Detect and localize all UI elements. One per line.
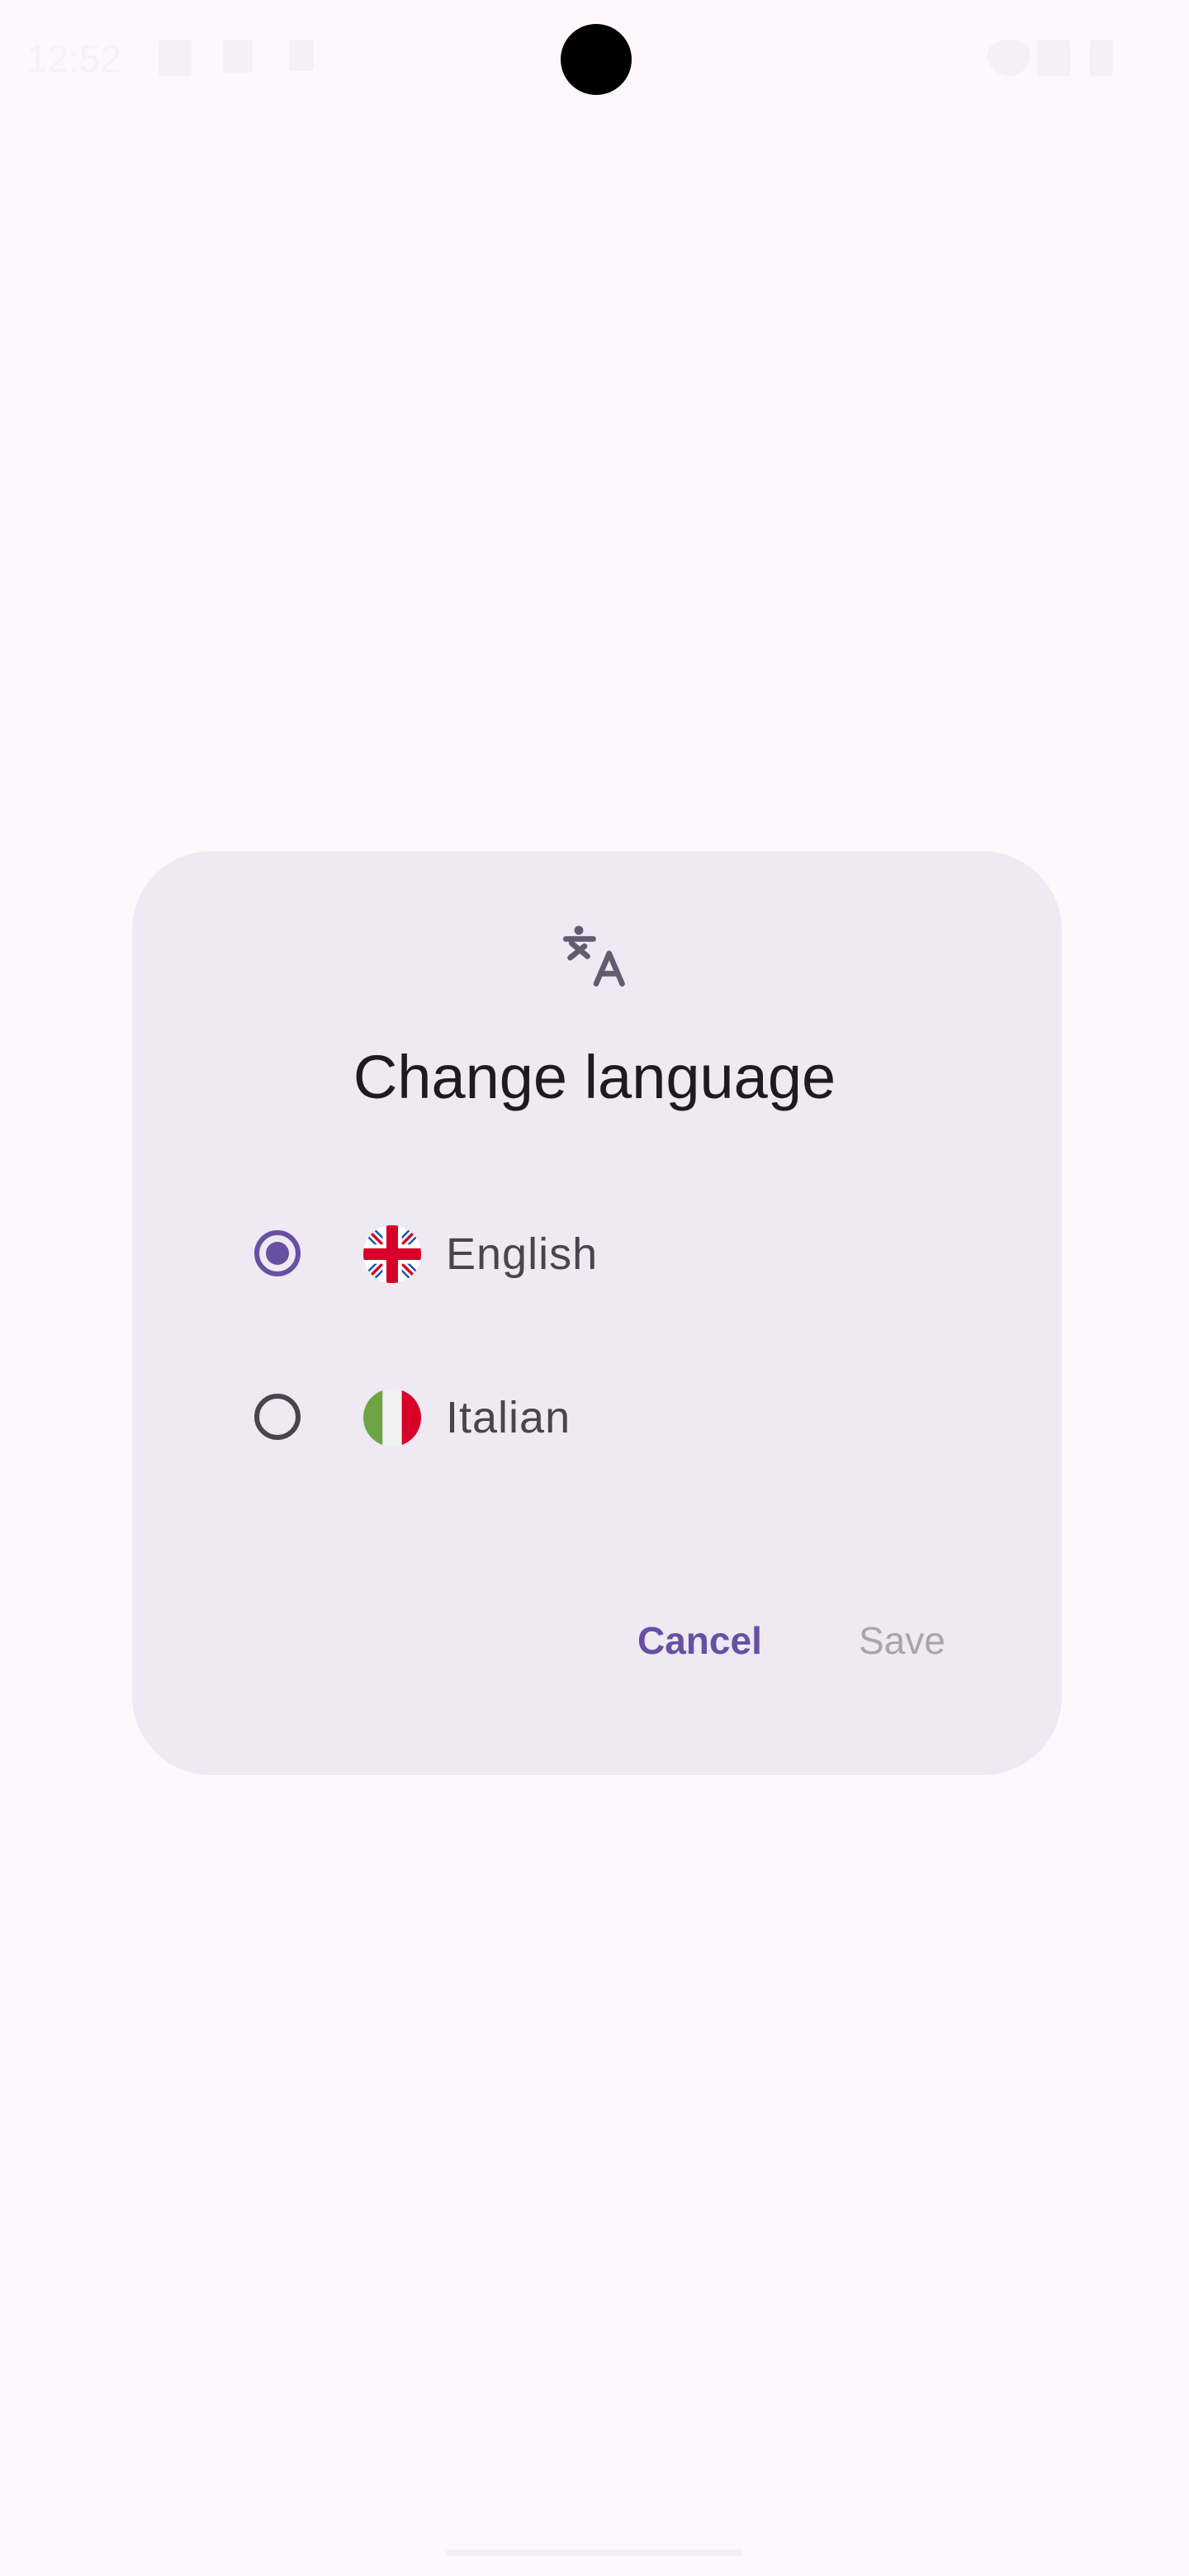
uk-flag-icon — [363, 1225, 421, 1283]
wifi-icon — [988, 40, 1030, 76]
camera-cutout — [561, 24, 632, 95]
cancel-button[interactable]: Cancel — [626, 1610, 774, 1671]
notification-icon — [159, 40, 192, 76]
radio-italian[interactable] — [254, 1394, 301, 1440]
signal-icon — [1037, 40, 1070, 76]
translate-icon — [562, 926, 625, 987]
navigation-handle[interactable] — [446, 2550, 743, 2556]
battery-icon — [1090, 40, 1113, 76]
language-option-english[interactable]: English — [248, 1217, 941, 1300]
dialog-title: Change language — [353, 1043, 836, 1111]
italy-flag-icon — [363, 1389, 421, 1447]
language-label: English — [446, 1229, 599, 1279]
sd-card-icon — [223, 40, 253, 73]
save-button[interactable]: Save — [847, 1610, 957, 1671]
status-bar: 12:52 — [0, 0, 1189, 124]
screenshot-icon — [289, 40, 314, 71]
status-time: 12:52 — [26, 37, 122, 80]
language-label: Italian — [446, 1393, 571, 1442]
language-option-italian[interactable]: Italian — [248, 1380, 941, 1463]
radio-english[interactable] — [254, 1230, 301, 1276]
